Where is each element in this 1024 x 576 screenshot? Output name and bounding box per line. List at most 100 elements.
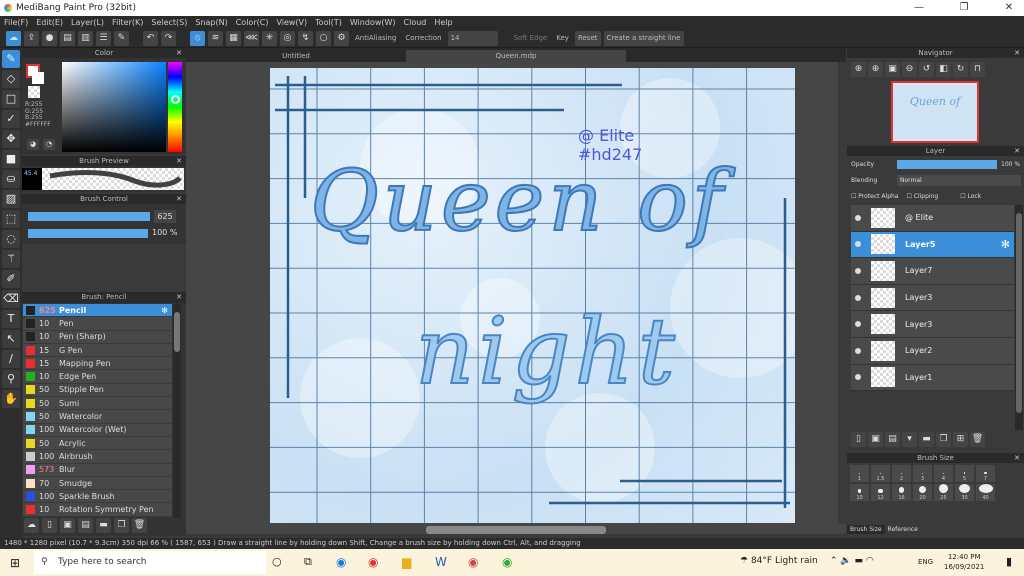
notifications-icon[interactable]: ▮: [1006, 555, 1012, 568]
brush-size-option[interactable]: 20: [912, 483, 933, 502]
reset-button[interactable]: Reset: [574, 30, 601, 46]
hand-tool-icon[interactable]: ✋: [2, 390, 20, 408]
navigator-preview[interactable]: Queen of: [891, 81, 979, 143]
dot-tool-icon[interactable]: ✓: [2, 110, 20, 128]
layer-item[interactable]: @ Elite: [851, 205, 1014, 232]
brush-list-item[interactable]: 625 Pencil ✻: [23, 304, 172, 318]
layer-item[interactable]: Layer2: [851, 337, 1014, 365]
circle-snap-icon[interactable]: ◎: [280, 30, 295, 46]
weather-widget[interactable]: ☂ 84°F Light rain: [740, 556, 818, 566]
brush-size-option[interactable]: 5: [954, 464, 975, 483]
chrome-icon[interactable]: ◉: [368, 555, 378, 569]
list-icon[interactable]: ☰: [96, 30, 111, 46]
visibility-icon[interactable]: [855, 241, 861, 248]
word-icon[interactable]: W: [435, 555, 447, 569]
brush-list-item[interactable]: 10 Pen (Sharp): [23, 330, 172, 344]
brush-list-item[interactable]: 10 Rotation Symmetry Pen: [23, 503, 172, 517]
brush-list-item[interactable]: 10 Edge Pen: [23, 370, 172, 384]
snap-settings-icon[interactable]: ⚙: [334, 30, 349, 46]
redo-icon[interactable]: ↷: [161, 30, 176, 46]
color-saturation-picker[interactable]: [62, 62, 166, 152]
ellipse-snap-icon[interactable]: ○: [316, 30, 331, 46]
panel-close-icon[interactable]: ✕: [176, 156, 182, 166]
export-icon[interactable]: ⇪: [24, 30, 39, 46]
brush-size-option[interactable]: 4: [933, 464, 954, 483]
radial-snap-icon[interactable]: ✳: [262, 30, 277, 46]
bucket-tool-icon[interactable]: ⛀: [2, 170, 20, 188]
visibility-icon[interactable]: [855, 267, 861, 274]
brush-list-item[interactable]: 50 Watercolor: [23, 410, 172, 424]
menu-color[interactable]: Color(C): [236, 16, 269, 29]
soft-edge-checkbox[interactable]: Soft Edge: [511, 31, 551, 46]
brush-size-option[interactable]: 12: [870, 483, 891, 502]
brush-list-item[interactable]: 573 Blur: [23, 463, 172, 477]
new-layer-icon[interactable]: ▯: [851, 432, 866, 447]
panel-close-icon[interactable]: ✕: [176, 194, 182, 204]
add-brush-icon[interactable]: ▣: [60, 518, 75, 533]
brush-list-item[interactable]: 70 Smudge: [23, 476, 172, 491]
visibility-icon[interactable]: [855, 321, 861, 328]
secondary-color-swatch[interactable]: [32, 72, 44, 84]
edit-page-icon[interactable]: ✎: [114, 30, 129, 46]
document-icon[interactable]: ▤: [60, 30, 75, 46]
layer-list-scrollbar[interactable]: [1015, 205, 1023, 430]
visibility-icon[interactable]: [855, 214, 861, 221]
chrome-profile-icon[interactable]: ◉: [468, 555, 478, 569]
rectangle-tool-icon[interactable]: □: [2, 90, 20, 108]
taskbar-search-input[interactable]: ⚲ Type here to search: [34, 551, 266, 574]
layer-item[interactable]: Layer3: [851, 284, 1014, 312]
divide-tool-icon[interactable]: ∕: [2, 350, 20, 368]
text-tool-icon[interactable]: T: [2, 310, 20, 328]
select-pen-tool-icon[interactable]: ✐: [2, 270, 20, 288]
layer-item[interactable]: Layer5 ✻: [851, 231, 1014, 259]
panel-close-icon[interactable]: ✕: [176, 292, 182, 302]
system-tray-icons[interactable]: ⌃ 🔈 ▬ ◠: [830, 556, 874, 566]
magic-wand-tool-icon[interactable]: ⚚: [2, 250, 20, 268]
brush-list-item[interactable]: 10 Pen: [23, 317, 172, 331]
menu-tool[interactable]: Tool(T): [315, 16, 342, 29]
select-eraser-tool-icon[interactable]: ⌫: [2, 290, 20, 308]
file-explorer-icon[interactable]: ▆: [402, 555, 411, 569]
brush-size-slider[interactable]: [28, 212, 150, 221]
eyedropper-tool-icon[interactable]: ⚲: [2, 370, 20, 388]
brush-list-scrollbar[interactable]: [173, 304, 181, 518]
visibility-icon[interactable]: [855, 294, 861, 301]
create-straight-line-button[interactable]: Create a straight line: [603, 30, 684, 46]
visibility-icon[interactable]: [855, 374, 861, 381]
antialiasing-checkbox[interactable]: AntiAliasing: [352, 31, 399, 46]
brush-list-item[interactable]: 100 Watercolor (Wet): [23, 423, 172, 437]
brush-size-option[interactable]: 3: [912, 464, 933, 483]
palette-settings-icon[interactable]: ◔: [43, 139, 55, 150]
snap-off-icon[interactable]: ⦸: [190, 30, 205, 46]
delete-layer-icon[interactable]: 🗑: [970, 432, 985, 447]
duplicate-icon[interactable]: ❐: [114, 518, 129, 533]
brush-tool-icon[interactable]: ✎: [2, 50, 20, 68]
brush-size-option[interactable]: 7: [975, 464, 996, 483]
task-view-icon[interactable]: ⧉: [304, 555, 312, 569]
brush-size-option[interactable]: 30: [954, 483, 975, 502]
merge-layer-icon[interactable]: ⊞: [953, 432, 968, 447]
zoom-in-icon[interactable]: ⊕: [868, 62, 883, 77]
parallel-snap-icon[interactable]: ≋: [208, 30, 223, 46]
page-icon[interactable]: ▥: [78, 30, 93, 46]
zoom-out-icon[interactable]: ⊖: [902, 62, 917, 77]
menu-select[interactable]: Select(S): [151, 16, 187, 29]
brush-list-item[interactable]: 100 Sparkle Brush: [23, 490, 172, 504]
close-button[interactable]: ✕: [994, 0, 1024, 16]
menu-window[interactable]: Window(W): [350, 16, 396, 29]
palette-icon[interactable]: ◕: [27, 139, 39, 150]
menu-layer[interactable]: Layer(L): [71, 16, 104, 29]
menu-cloud[interactable]: Cloud: [404, 16, 427, 29]
cloud-icon[interactable]: ☁: [6, 30, 21, 46]
vertical-scrollbar[interactable]: [838, 62, 846, 524]
folder-icon[interactable]: ▬: [96, 518, 111, 533]
folder-icon[interactable]: ▬: [919, 432, 934, 447]
new-8bit-layer-icon[interactable]: ▤: [885, 432, 900, 447]
transparent-color-swatch[interactable]: [28, 86, 40, 98]
layer-opacity-slider[interactable]: [897, 160, 997, 169]
curve-snap-icon[interactable]: ↯: [298, 30, 313, 46]
brush-size-option[interactable]: 40: [975, 483, 996, 502]
maximize-button[interactable]: ❐: [949, 0, 979, 16]
panel-close-icon[interactable]: ✕: [176, 48, 182, 58]
grid-snap-icon[interactable]: ▦: [226, 30, 241, 46]
